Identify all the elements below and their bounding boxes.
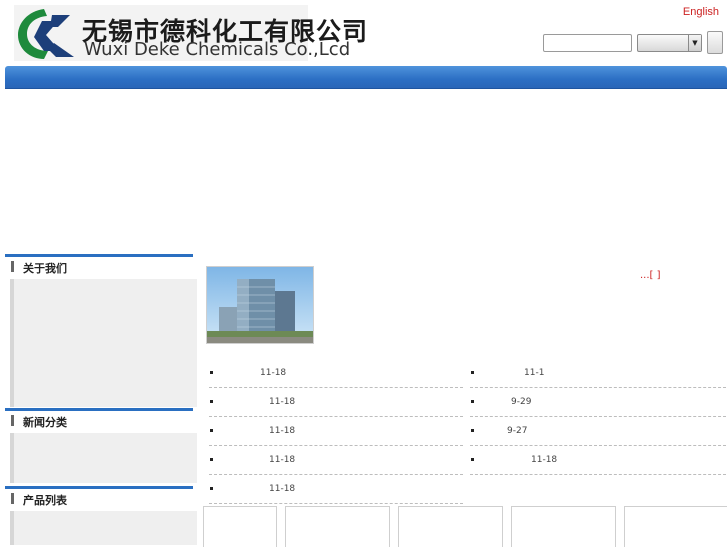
- news-date: 11-18: [269, 455, 296, 465]
- about-more-link[interactable]: ...[ ]: [640, 270, 661, 281]
- section-marker: [11, 493, 14, 504]
- news-date: 11-1: [524, 368, 545, 378]
- news-date: 11-18: [269, 397, 296, 407]
- news-date: 11-18: [260, 368, 287, 378]
- bullet-icon: [471, 458, 474, 461]
- company-building-photo: [206, 266, 314, 344]
- bullet-icon: [210, 429, 213, 432]
- news-date: 11-18: [269, 484, 296, 494]
- section-marker: [11, 415, 14, 426]
- main-navigation-bar[interactable]: [5, 66, 727, 89]
- sidebar-header-products[interactable]: 产品列表: [5, 486, 193, 507]
- search-input[interactable]: [543, 34, 632, 52]
- news-list-item[interactable]: 11-18: [209, 476, 463, 504]
- english-language-link[interactable]: English: [683, 6, 719, 18]
- news-list-item[interactable]: 11-1: [470, 360, 726, 388]
- company-name-en: Wuxi Deke Chemicals Co.,Lcd: [84, 39, 351, 60]
- bullet-icon: [471, 371, 474, 374]
- news-list-right: 11-1 9-29 9-27 11-18: [470, 360, 726, 475]
- bullet-icon: [210, 487, 213, 490]
- banner-area: [5, 90, 727, 250]
- section-marker: [11, 261, 14, 272]
- sidebar-panel-about: [10, 279, 197, 407]
- news-date: 9-27: [507, 426, 528, 436]
- news-list-item[interactable]: 11-18: [209, 447, 463, 475]
- sidebar-title-news-categories: 新闻分类: [23, 416, 67, 429]
- sidebar-panel-products: [10, 511, 197, 545]
- news-list-item[interactable]: 11-18: [209, 389, 463, 417]
- sidebar-title-about: 关于我们: [23, 262, 67, 275]
- product-thumbnail-box[interactable]: [511, 506, 616, 547]
- sidebar-panel-news-categories: [10, 433, 197, 483]
- bullet-icon: [210, 400, 213, 403]
- deke-logo-icon: [18, 9, 74, 59]
- sidebar-title-products: 产品列表: [23, 494, 67, 507]
- news-list-item[interactable]: 9-27: [470, 418, 726, 446]
- chevron-down-icon[interactable]: ▼: [688, 35, 701, 51]
- news-date: 9-29: [511, 397, 532, 407]
- product-thumbnail-box[interactable]: [398, 506, 503, 547]
- sidebar-header-news-categories[interactable]: 新闻分类: [5, 408, 193, 429]
- news-date: 11-18: [531, 455, 558, 465]
- bullet-icon: [210, 458, 213, 461]
- news-list-item[interactable]: 11-18: [209, 360, 463, 388]
- sidebar-header-about[interactable]: 关于我们: [5, 254, 193, 275]
- news-list-item[interactable]: 9-29: [470, 389, 726, 417]
- bullet-icon: [471, 400, 474, 403]
- search-category-select[interactable]: ▼: [637, 34, 702, 52]
- company-logo[interactable]: 无锡市德科化工有限公司 Wuxi Deke Chemicals Co.,Lcd: [14, 5, 367, 61]
- news-list-item[interactable]: 11-18: [209, 418, 463, 446]
- search-button[interactable]: [707, 31, 723, 54]
- product-thumbnail-box[interactable]: [285, 506, 390, 547]
- news-list-item[interactable]: 11-18: [470, 447, 726, 475]
- product-thumbnail-box[interactable]: [203, 506, 277, 547]
- bullet-icon: [210, 371, 213, 374]
- news-list-left: 11-18 11-18 11-18 11-18 11-18: [209, 360, 463, 504]
- bullet-icon: [471, 429, 474, 432]
- product-thumbnail-box[interactable]: [624, 506, 727, 547]
- news-date: 11-18: [269, 426, 296, 436]
